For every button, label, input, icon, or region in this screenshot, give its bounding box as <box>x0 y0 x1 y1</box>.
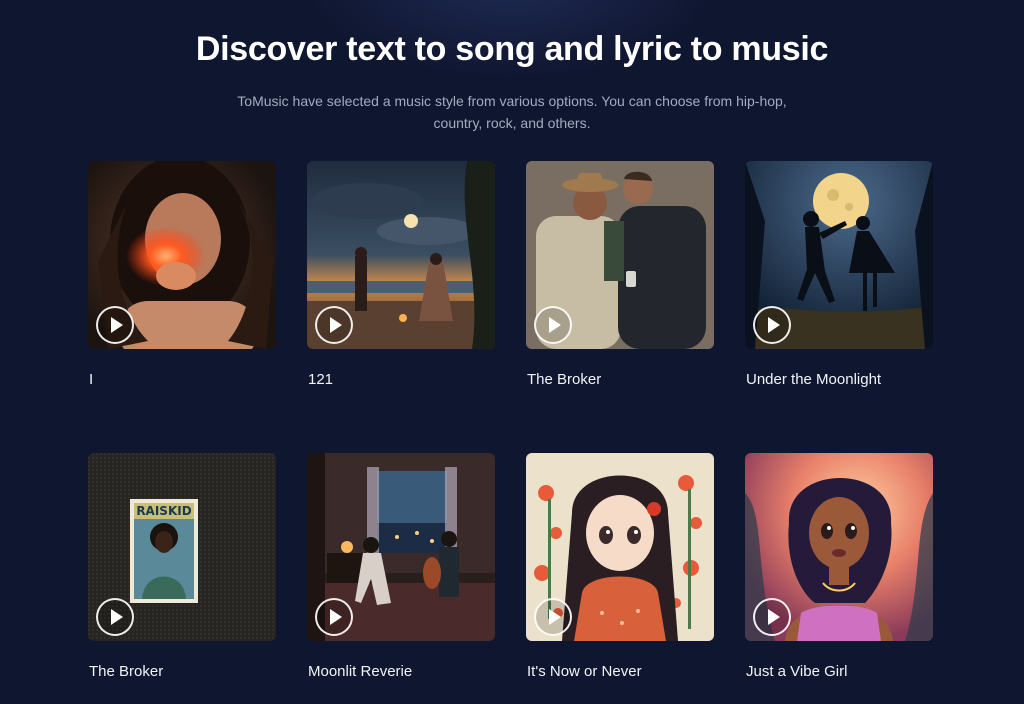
play-button[interactable] <box>315 598 353 636</box>
song-cover[interactable] <box>307 453 495 641</box>
play-button[interactable] <box>96 598 134 636</box>
play-icon <box>768 609 780 625</box>
song-title[interactable]: Moonlit Reverie <box>308 663 412 680</box>
song-title[interactable]: The Broker <box>89 663 163 680</box>
play-button[interactable] <box>534 306 572 344</box>
song-title[interactable]: 121 <box>308 371 333 388</box>
song-card-1[interactable]: I <box>88 161 276 388</box>
song-card-2[interactable]: 121 <box>307 161 495 388</box>
song-card-7[interactable]: It's Now or Never <box>526 453 714 680</box>
play-button[interactable] <box>753 598 791 636</box>
play-icon <box>330 609 342 625</box>
song-title[interactable]: Just a Vibe Girl <box>746 663 847 680</box>
song-card-8[interactable]: Just a Vibe Girl <box>745 453 933 680</box>
song-cover[interactable] <box>745 161 933 349</box>
song-title[interactable]: Under the Moonlight <box>746 371 881 388</box>
play-icon <box>111 609 123 625</box>
play-button[interactable] <box>753 306 791 344</box>
song-card-3[interactable]: The Broker <box>526 161 714 388</box>
play-icon <box>768 317 780 333</box>
play-icon <box>549 317 561 333</box>
play-icon <box>330 317 342 333</box>
play-icon <box>111 317 123 333</box>
song-cover[interactable] <box>88 161 276 349</box>
page-title: Discover text to song and lyric to music <box>195 30 829 68</box>
song-cover[interactable] <box>526 453 714 641</box>
page-subtitle: ToMusic have selected a music style from… <box>237 93 787 131</box>
song-title[interactable]: It's Now or Never <box>527 663 642 680</box>
song-title[interactable]: The Broker <box>527 371 601 388</box>
song-cover[interactable] <box>526 161 714 349</box>
poster-text: RAISKID <box>136 504 191 518</box>
song-cover[interactable] <box>307 161 495 349</box>
play-button[interactable] <box>315 306 353 344</box>
song-card-6[interactable]: Moonlit Reverie <box>307 453 495 680</box>
song-cover[interactable]: RAISKID <box>88 453 276 641</box>
song-cover[interactable] <box>745 453 933 641</box>
song-title[interactable]: I <box>89 371 93 388</box>
play-button[interactable] <box>96 306 134 344</box>
play-icon <box>549 609 561 625</box>
song-card-4[interactable]: Under the Moonlight <box>745 161 933 388</box>
song-card-5[interactable]: RAISKID The Broker <box>88 453 276 680</box>
play-button[interactable] <box>534 598 572 636</box>
